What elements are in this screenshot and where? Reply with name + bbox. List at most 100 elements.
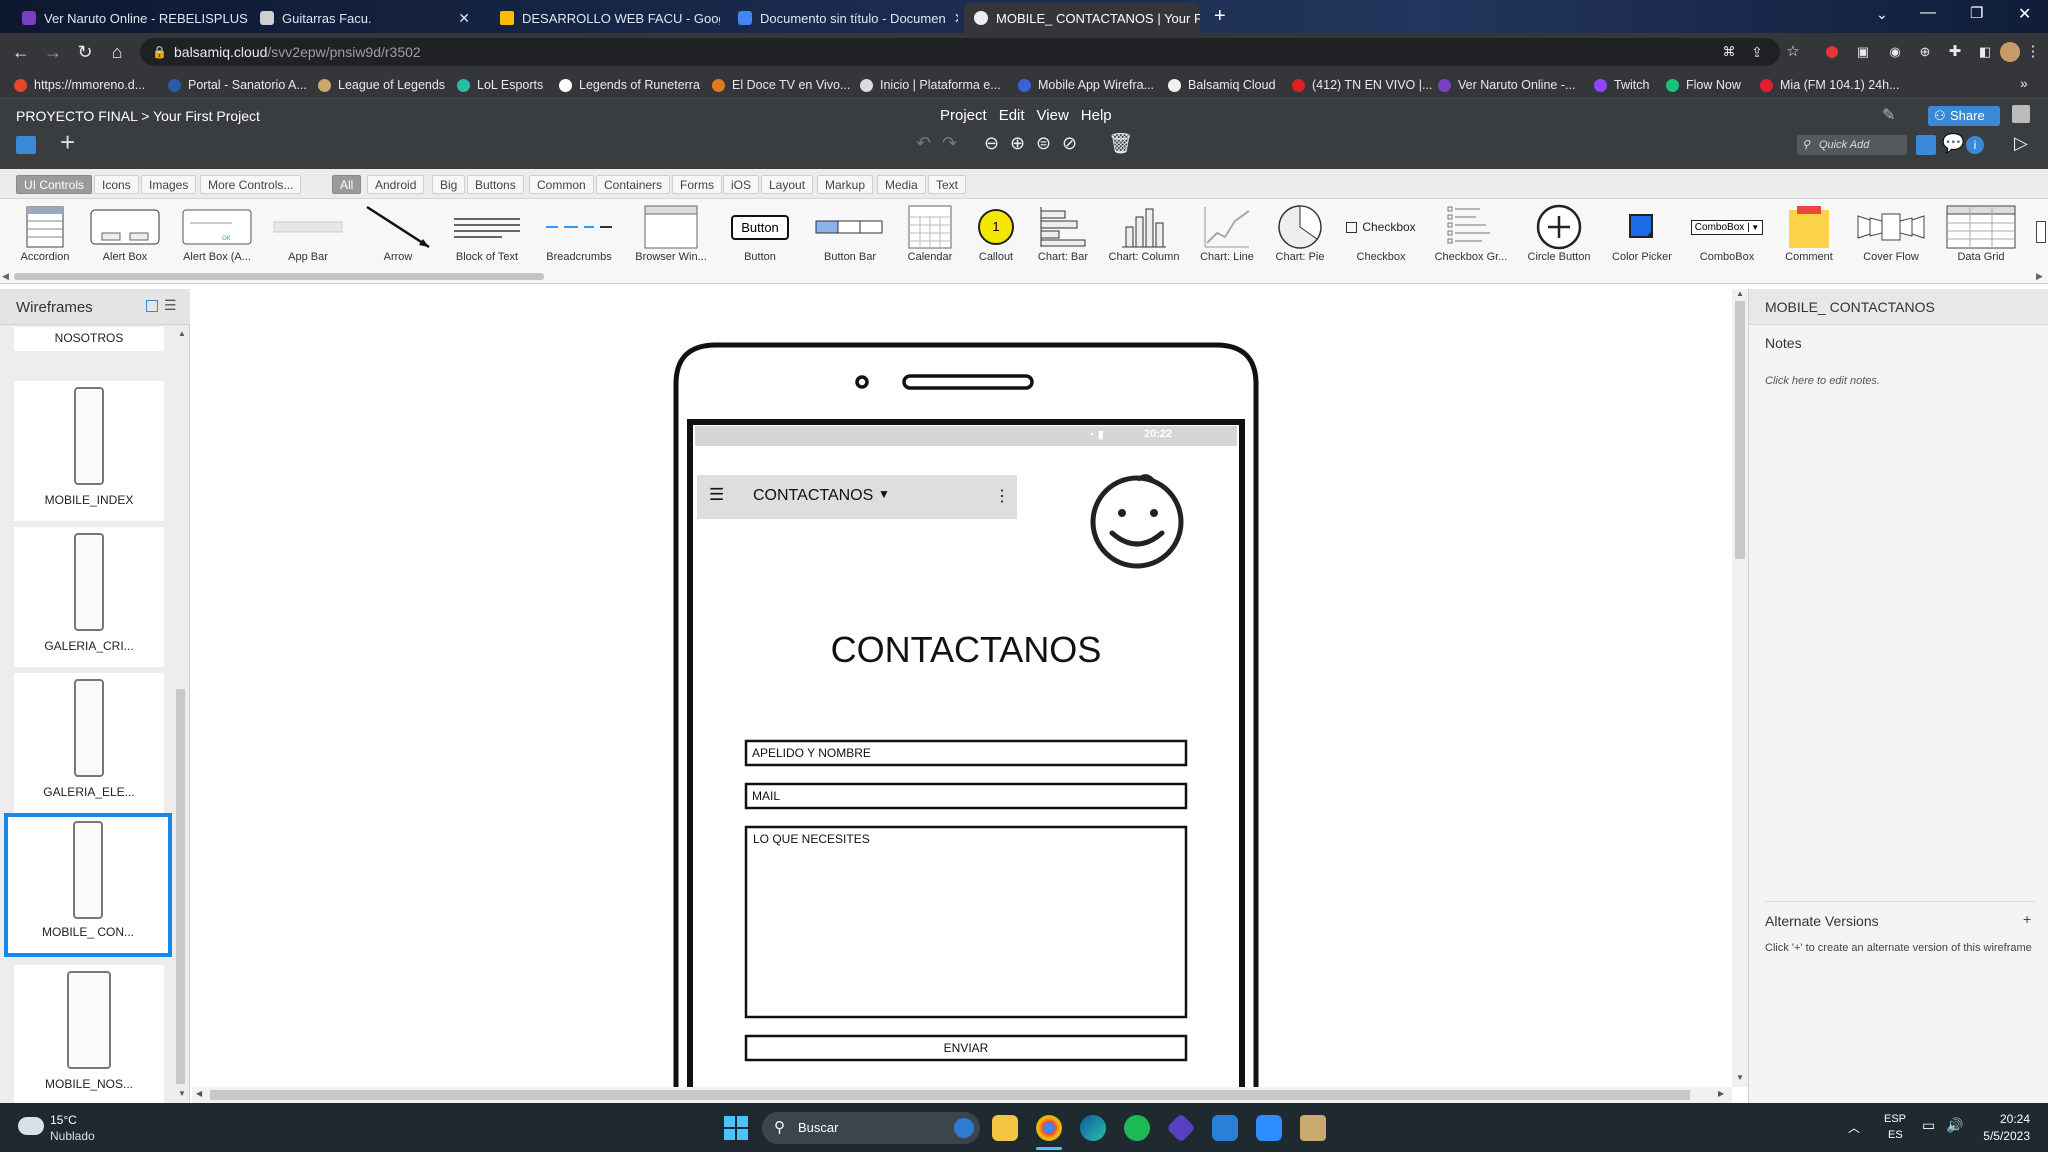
library-item-chart-bar[interactable]: Chart: Bar	[1018, 203, 1108, 269]
filter-big[interactable]: Big	[432, 175, 466, 194]
add-alternate-button[interactable]: +	[2023, 911, 2031, 927]
wireframe-thumb[interactable]: GALERIA_ELE...	[14, 673, 164, 813]
canvas-vertical-scrollbar[interactable]: ▲ ▼	[1732, 289, 1748, 1087]
menu-edit[interactable]: Edit	[999, 107, 1025, 124]
library-item-comment[interactable]: Comment	[1764, 203, 1854, 269]
library-item-combobox[interactable]: ComboBox ▼ ComboBox	[1682, 203, 1772, 269]
scroll-down-icon[interactable]: ▼	[178, 1089, 186, 1098]
wireframes-scrollbar[interactable]	[176, 689, 185, 1084]
info-icon[interactable]: i	[1966, 136, 1984, 154]
library-item-checkbox[interactable]: Checkbox Checkbox	[1336, 203, 1426, 269]
library-item-checkbox-group[interactable]: Checkbox Gr...	[1426, 203, 1516, 269]
filter-more-controls[interactable]: More Controls...	[200, 175, 302, 194]
tray-expand-icon[interactable]: ︿	[1848, 1119, 1860, 1136]
reload-icon[interactable]: ↻	[74, 41, 96, 63]
close-icon[interactable]: ✕	[450, 10, 470, 27]
filter-buttons[interactable]: Buttons	[467, 175, 524, 194]
ui-library-icon[interactable]	[1916, 135, 1936, 155]
edge-icon[interactable]	[1080, 1115, 1106, 1141]
menu-view[interactable]: View	[1037, 107, 1069, 124]
library-more-icon[interactable]	[2036, 221, 2046, 243]
back-icon[interactable]: ←	[10, 41, 32, 63]
weather-desc[interactable]: Nublado	[50, 1129, 95, 1143]
bookmark-item[interactable]: Ver Naruto Online -...	[1438, 75, 1575, 95]
forward-icon[interactable]: →	[42, 41, 64, 63]
scroll-up-icon[interactable]: ▲	[1736, 289, 1744, 298]
tab-drive[interactable]: DESARROLLO WEB FACU - Goog ✕	[490, 3, 720, 33]
library-item-chart-pie[interactable]: Chart: Pie	[1255, 203, 1345, 269]
library-item-color-picker[interactable]: Color Picker	[1597, 203, 1687, 269]
library-item-breadcrumbs[interactable]: Breadcrumbs	[534, 203, 624, 269]
comments-icon[interactable]: 💬	[1942, 133, 1964, 154]
extension-icon[interactable]: ◉	[1884, 41, 1906, 63]
bookmark-item[interactable]: Inicio | Plataforma e...	[860, 75, 1001, 95]
library-item-data-grid[interactable]: Data Grid	[1936, 203, 2026, 269]
wireframe-thumb[interactable]: MOBILE_INDEX	[14, 381, 164, 521]
bookmark-item[interactable]: Mobile App Wirefra...	[1018, 75, 1154, 95]
window-close-icon[interactable]: ✕	[2018, 4, 2031, 24]
scroll-down-icon[interactable]: ▼	[1736, 1073, 1744, 1082]
scroll-thumb[interactable]	[1735, 301, 1745, 559]
add-wireframe-icon[interactable]: +	[60, 129, 75, 155]
filter-ios[interactable]: iOS	[723, 175, 760, 194]
library-item-circle-button[interactable]: Circle Button	[1514, 203, 1604, 269]
tab-balsamiq[interactable]: MOBILE_ CONTACTANOS | Your F ✕	[964, 3, 1200, 33]
minimize-icon[interactable]: —	[1920, 4, 1936, 22]
filter-media[interactable]: Media	[877, 175, 926, 194]
trash-icon[interactable]: 🗑	[1108, 131, 1133, 156]
filter-android[interactable]: Android	[367, 175, 425, 194]
scroll-up-icon[interactable]: ▲	[178, 329, 186, 338]
taskbar-search[interactable]: ⚲ Buscar	[762, 1112, 980, 1144]
wireframe-thumb-selected[interactable]: MOBILE_ CON...	[4, 813, 172, 957]
vscode-icon[interactable]	[1212, 1115, 1238, 1141]
tab-naruto[interactable]: Ver Naruto Online - REBELISPLUS ✕	[12, 3, 248, 33]
bookmark-item[interactable]: (412) TN EN VIVO |...	[1292, 75, 1432, 95]
extension-record-icon[interactable]	[1826, 46, 1838, 58]
scroll-right-icon[interactable]: ▶	[1718, 1089, 1724, 1098]
canvas-horizontal-scrollbar[interactable]: ◀ ▶	[192, 1087, 1732, 1103]
wireframe-thumb[interactable]: GALERIA_CRI...	[14, 527, 164, 667]
puzzle-icon[interactable]: ✚	[1944, 41, 1966, 63]
library-scrollbar[interactable]	[14, 273, 544, 280]
pencil-icon[interactable]: ✎	[1882, 105, 1895, 125]
bookmark-item[interactable]: League of Legends	[318, 75, 445, 95]
project-name[interactable]: PROYECTO FINAL	[16, 108, 137, 124]
library-item-block-of-text[interactable]: Block of Text	[442, 203, 532, 269]
url-field[interactable]: 🔒 balsamiq.cloud/svv2epw/pnsiw9d/r3502	[140, 38, 1780, 66]
app-icon[interactable]	[1166, 1113, 1196, 1143]
tab-list-icon[interactable]: ⌄	[1876, 6, 1888, 23]
undo-icon[interactable]: ↶	[916, 133, 931, 154]
sidepanel-icon[interactable]: ◧	[1974, 41, 1996, 63]
menu-dots-icon[interactable]: ⋮	[2022, 41, 2044, 63]
share-button[interactable]: ⚇ Share	[1928, 106, 2000, 126]
menu-help[interactable]: Help	[1081, 107, 1112, 124]
bookmark-item[interactable]: Flow Now	[1666, 75, 1741, 95]
zoom-icon[interactable]	[1256, 1115, 1282, 1141]
bookmark-item[interactable]: https://mmoreno.d...	[14, 75, 145, 95]
scroll-right-icon[interactable]: ▶	[2036, 271, 2043, 282]
filter-forms[interactable]: Forms	[672, 175, 722, 194]
filter-layout[interactable]: Layout	[761, 175, 814, 194]
filter-containers[interactable]: Containers	[596, 175, 671, 194]
filter-images[interactable]: Images	[141, 175, 197, 194]
windows-start-icon[interactable]	[724, 1116, 748, 1140]
tab-docs[interactable]: Documento sin título - Documen ✕	[728, 3, 958, 33]
bookmark-item[interactable]: LoL Esports	[457, 75, 543, 95]
zoom-fit-icon[interactable]: ⊜	[1036, 133, 1051, 154]
scroll-left-icon[interactable]: ◀	[196, 1089, 202, 1098]
library-item-accordion[interactable]: Accordion	[0, 203, 90, 269]
wireframes-panel-icon[interactable]	[16, 136, 36, 154]
wireframe-thumb[interactable]: NOSOTROS	[14, 327, 164, 351]
translate-icon[interactable]: ⌘	[1718, 41, 1740, 63]
weather-temp[interactable]: 15°C	[50, 1113, 77, 1127]
spotify-icon[interactable]	[1124, 1115, 1150, 1141]
scroll-thumb[interactable]	[210, 1090, 1690, 1100]
library-item-button[interactable]: Button Button	[715, 203, 805, 269]
filter-all[interactable]: All	[332, 175, 362, 194]
bookmark-item[interactable]: Twitch	[1594, 75, 1649, 95]
filter-ui-controls[interactable]: UI Controls	[16, 175, 93, 194]
library-item-app-bar[interactable]: App Bar	[263, 203, 353, 269]
library-item-cover-flow[interactable]: Cover Flow	[1846, 203, 1936, 269]
extension-icon[interactable]: ⊕	[1914, 41, 1936, 63]
user-avatar[interactable]	[2012, 105, 2030, 123]
